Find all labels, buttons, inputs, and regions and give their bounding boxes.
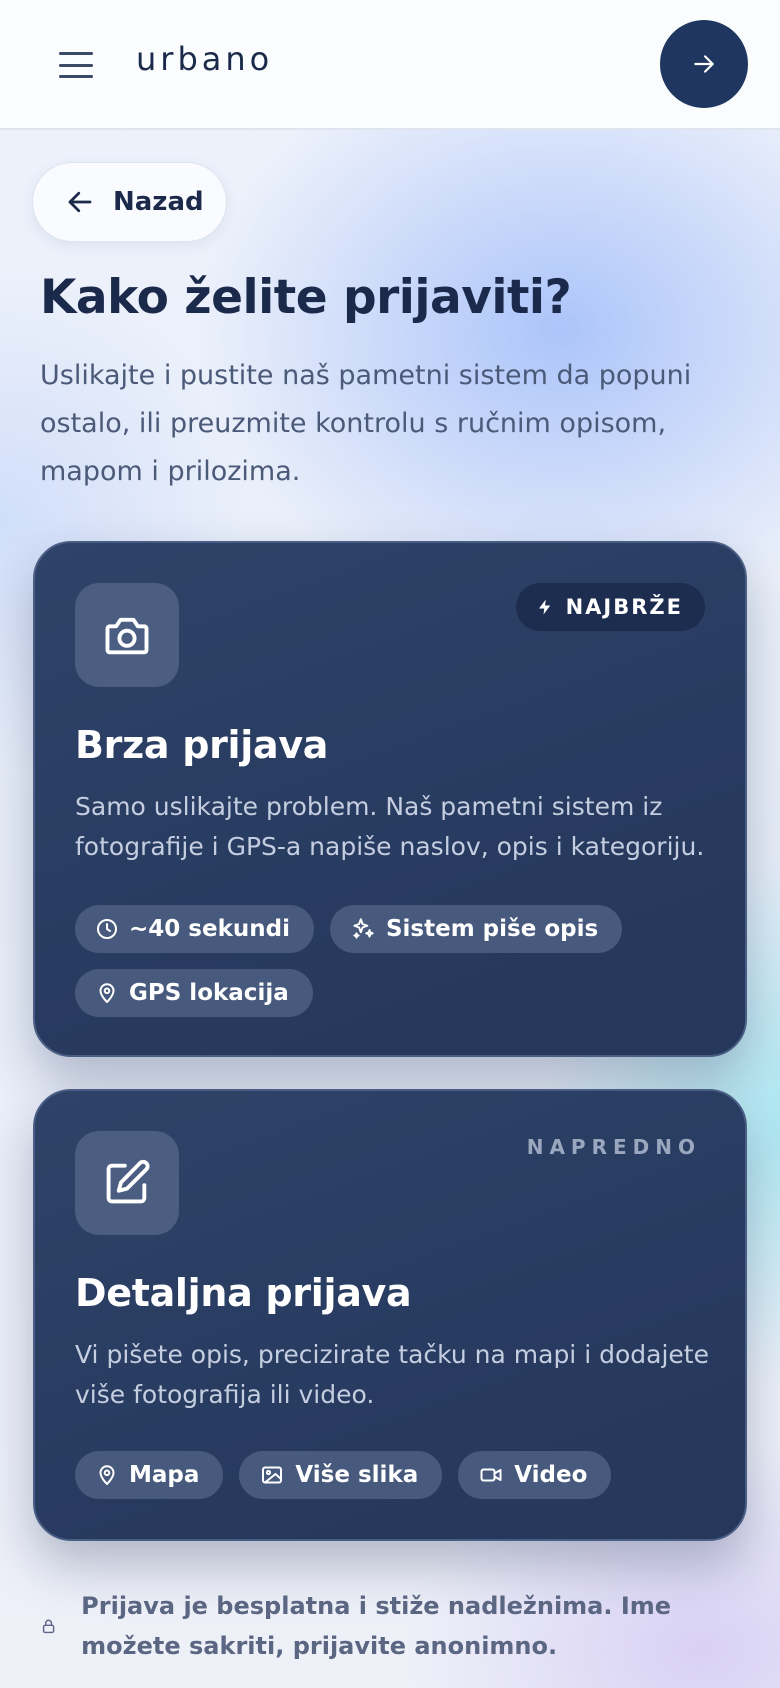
feature-chip-images: Više slika — [239, 1451, 443, 1499]
quick-report-title: Brza prijava — [75, 723, 329, 767]
feature-chip-map: Mapa — [75, 1451, 224, 1499]
map-pin-icon — [99, 1465, 115, 1485]
back-button[interactable]: Nazad — [32, 162, 227, 242]
fastest-badge: NAJBRŽE — [515, 583, 705, 631]
app-logo[interactable]: urbano — [136, 40, 273, 78]
detailed-report-title: Detaljna prijava — [75, 1271, 412, 1315]
sparkles-icon — [353, 918, 374, 939]
feature-chip-label: Sistem piše opis — [385, 916, 599, 942]
page-description: Uslikajte i pustite naš pametni sistem d… — [40, 360, 692, 487]
detailed-report-features: Mapa Više slika Video — [75, 1451, 715, 1499]
feature-chip-label: GPS lokacija — [129, 980, 289, 1006]
hamburger-menu-icon[interactable] — [56, 48, 96, 82]
quick-report-features: ~40 sekundi Sistem piše opis GPS lokacij… — [75, 905, 715, 1017]
forward-arrow-button[interactable] — [660, 20, 748, 108]
camera-icon — [105, 617, 149, 655]
detailed-report-description: Vi pišete opis, precizirate tačku na map… — [75, 1340, 709, 1409]
arrow-right-icon — [694, 55, 714, 73]
map-pin-icon — [99, 983, 115, 1003]
quick-report-description: Samo uslikajte problem. Naš pametni sist… — [75, 792, 705, 861]
fastest-badge-label: NAJBRŽE — [565, 595, 683, 619]
feature-chip-gps: GPS lokacija — [75, 969, 313, 1017]
feature-chip-label: Više slika — [295, 1462, 419, 1488]
back-button-label: Nazad — [113, 187, 204, 217]
image-icon — [262, 1466, 283, 1484]
privacy-note: Prijava je besplatna i stiže nadležnima.… — [40, 1586, 740, 1666]
app-header: urbano — [0, 0, 780, 130]
camera-icon-tile — [75, 583, 179, 687]
feature-chip-label: Video — [514, 1462, 588, 1488]
advanced-badge: NAPREDNO — [526, 1135, 701, 1159]
edit-icon-tile — [75, 1131, 179, 1235]
feature-chip-label: ~40 sekundi — [129, 916, 290, 942]
feature-chip-label: Mapa — [129, 1462, 200, 1488]
clock-icon — [97, 919, 117, 939]
video-icon — [480, 1468, 502, 1482]
feature-chip-ai: Sistem piše opis — [329, 905, 623, 953]
lightning-icon — [538, 599, 550, 615]
quick-report-card[interactable]: NAJBRŽE Brza prijava Samo uslikajte prob… — [33, 541, 747, 1057]
arrow-left-icon — [68, 191, 92, 213]
page-title: Kako želite prijaviti? — [40, 270, 572, 325]
pencil-square-icon — [106, 1159, 150, 1204]
privacy-note-text: Prijava je besplatna i stiže nadležnima.… — [81, 1592, 672, 1660]
detailed-report-card[interactable]: NAPREDNO Detaljna prijava Vi pišete opis… — [33, 1089, 747, 1541]
feature-chip-time: ~40 sekundi — [75, 905, 314, 953]
lock-icon — [42, 1619, 55, 1634]
feature-chip-video: Video — [458, 1451, 612, 1499]
